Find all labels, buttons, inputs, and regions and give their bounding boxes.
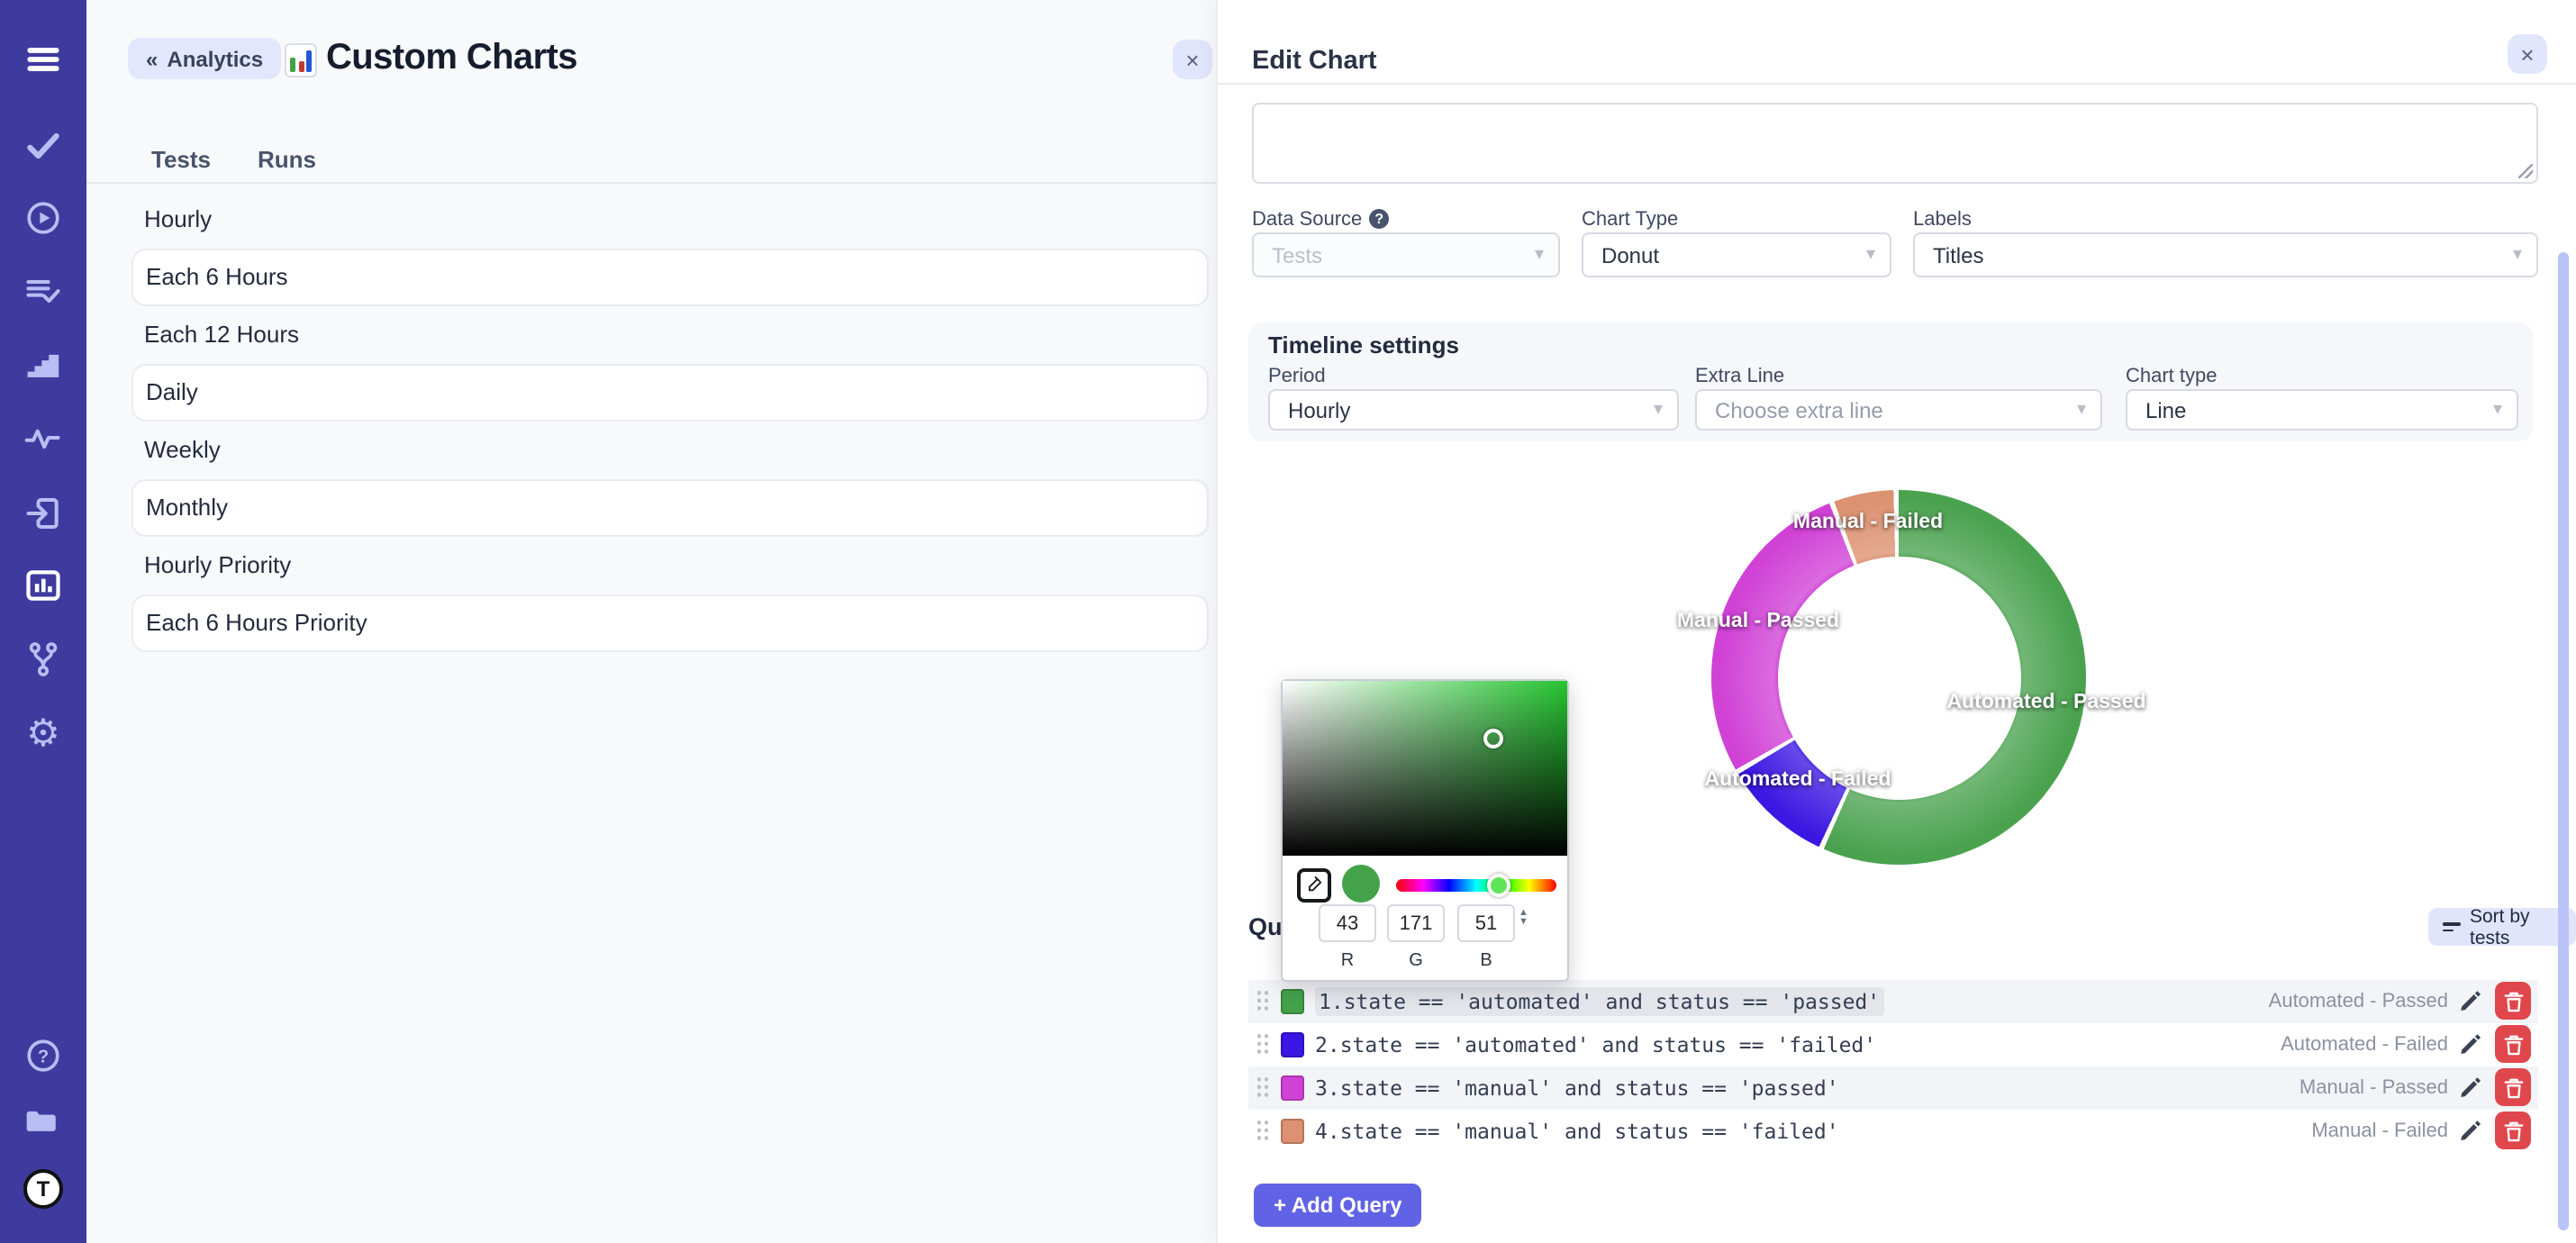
tab-runs[interactable]: Runs — [258, 146, 316, 173]
analytics-chart-icon[interactable] — [0, 562, 86, 609]
color-swatch[interactable] — [1281, 1075, 1304, 1100]
current-color-circle — [1342, 865, 1380, 903]
extra-line-label: Extra Line — [1695, 366, 1784, 387]
drag-handle-icon[interactable] — [1256, 1075, 1270, 1099]
add-query-button[interactable]: + Add Query — [1254, 1184, 1422, 1226]
test-plans-icon[interactable] — [0, 268, 86, 315]
settings-gear-icon[interactable]: ⚙ — [0, 712, 86, 758]
list-item-daily[interactable]: Daily — [132, 363, 1209, 421]
edit-pencil-icon[interactable] — [2459, 1075, 2482, 1099]
list-item-each-6-hours[interactable]: Each 6 Hours — [132, 248, 1209, 305]
timeline-chart-type-label: Chart type — [2126, 366, 2218, 387]
query-row-3[interactable]: 3.state == 'manual' and status == 'passe… — [1248, 1066, 2538, 1109]
chart-type-select[interactable]: Donut — [1582, 232, 1891, 277]
runs-play-icon[interactable] — [0, 195, 86, 241]
branches-icon[interactable] — [0, 636, 86, 683]
clipped-label-fragment: . . . . . . — [1261, 92, 1369, 97]
page-title: Custom Charts — [326, 38, 577, 79]
help-icon[interactable]: ? — [0, 1032, 86, 1079]
color-swatch[interactable] — [1281, 1118, 1304, 1143]
panel-scrollbar[interactable] — [2557, 252, 2569, 1230]
pulse-icon[interactable] — [0, 414, 86, 461]
eyedropper-button[interactable] — [1297, 868, 1331, 903]
donut-chart[interactable] — [1711, 490, 2086, 865]
labels-label: Labels — [1913, 209, 1972, 231]
list-item-hourly-priority[interactable]: Hourly Priority — [132, 536, 1209, 594]
timeline-settings-heading: Timeline settings — [1268, 331, 1459, 358]
textarea-resize-grip[interactable] — [2518, 164, 2533, 178]
donut-label-manual-failed: Manual - Failed — [1793, 512, 1943, 533]
delete-query-button[interactable] — [2495, 1111, 2531, 1149]
list-item-each-12-hours[interactable]: Each 12 Hours — [132, 305, 1209, 363]
list-item-each-6-hours-priority[interactable]: Each 6 Hours Priority — [132, 594, 1209, 651]
help-circle-icon[interactable]: ? — [1369, 209, 1389, 229]
app-window: ⚙ ? T « Analytics Custom Charts × Tests … — [0, 0, 2576, 1243]
data-source-select[interactable]: Tests — [1252, 232, 1560, 277]
labels-select[interactable]: Titles — [1913, 232, 2538, 277]
hue-slider[interactable] — [1396, 879, 1556, 892]
list-item-weekly[interactable]: Weekly — [132, 421, 1209, 478]
logo-avatar[interactable]: T — [0, 1166, 86, 1212]
data-source-label: Data Source? — [1252, 209, 1389, 231]
tests-check-icon[interactable] — [0, 122, 86, 169]
timeline-chart-type-select[interactable]: Line — [2126, 389, 2518, 431]
red-label: R — [1319, 951, 1376, 971]
color-swatch[interactable] — [1281, 988, 1304, 1013]
bar-chart-icon — [285, 43, 317, 77]
projects-folder-icon[interactable] — [0, 1097, 86, 1144]
red-input[interactable]: 43 — [1319, 904, 1376, 942]
chart-type-label: Chart Type — [1582, 209, 1678, 231]
edit-pencil-icon[interactable] — [2459, 1032, 2482, 1056]
period-select[interactable]: Hourly — [1268, 389, 1679, 431]
sign-in-icon[interactable] — [0, 490, 86, 537]
analytics-back-button[interactable]: « Analytics — [128, 38, 281, 79]
extra-line-select[interactable]: Choose extra line — [1695, 389, 2102, 431]
edit-pencil-icon[interactable] — [2459, 989, 2482, 1012]
blue-input[interactable]: 51 — [1457, 904, 1515, 942]
sort-by-tests-button[interactable]: Sort by tests — [2428, 908, 2576, 946]
sidebar: ⚙ ? T — [0, 0, 86, 1243]
delete-query-button[interactable] — [2495, 982, 2531, 1020]
saturation-cursor[interactable] — [1483, 729, 1503, 749]
color-mode-toggle-icon[interactable]: ▲▼ — [1519, 910, 1528, 928]
edit-pencil-icon[interactable] — [2459, 1119, 2482, 1142]
color-picker: 43 171 51 ▲▼ R G B — [1281, 679, 1569, 982]
tab-bar: Tests Runs — [151, 146, 316, 173]
milestones-steps-icon[interactable] — [0, 342, 86, 389]
drag-handle-icon[interactable] — [1256, 1119, 1270, 1142]
tabs-divider — [86, 182, 1216, 184]
donut-label-automated-failed: Automated - Failed — [1704, 769, 1891, 791]
back-label: Analytics — [167, 46, 263, 71]
edit-chart-title: Edit Chart — [1252, 47, 1377, 76]
green-input[interactable]: 171 — [1387, 904, 1445, 942]
svg-text:?: ? — [38, 1047, 49, 1066]
description-textarea[interactable] — [1252, 103, 2538, 184]
list-item-hourly[interactable]: Hourly — [132, 190, 1209, 248]
saturation-area[interactable] — [1283, 681, 1567, 856]
delete-query-button[interactable] — [2495, 1068, 2531, 1106]
sort-icon — [2443, 922, 2461, 931]
back-chevron-icon: « — [146, 46, 158, 71]
query-row-1[interactable]: 1.state == 'automated' and status == 'pa… — [1248, 979, 2538, 1022]
tab-tests[interactable]: Tests — [151, 146, 211, 173]
hue-slider-handle[interactable] — [1487, 873, 1510, 896]
donut-label-automated-passed: Automated - Passed — [1946, 692, 2145, 713]
color-swatch[interactable] — [1281, 1031, 1304, 1057]
drag-handle-icon[interactable] — [1256, 1032, 1270, 1056]
edit-panel-close-button[interactable]: × — [2508, 34, 2547, 74]
query-row-2[interactable]: 2.state == 'automated' and status == 'fa… — [1248, 1022, 2538, 1066]
donut-label-manual-passed: Manual - Passed — [1677, 611, 1839, 632]
delete-query-button[interactable] — [2495, 1025, 2531, 1063]
list-item-monthly[interactable]: Monthly — [132, 478, 1209, 536]
green-label: G — [1387, 951, 1445, 971]
blue-label: B — [1457, 951, 1515, 971]
left-panel-close-button[interactable]: × — [1173, 40, 1212, 79]
query-row-4[interactable]: 4.state == 'manual' and status == 'faile… — [1248, 1109, 2538, 1152]
period-label: Period — [1268, 366, 1326, 387]
drag-handle-icon[interactable] — [1256, 989, 1270, 1012]
menu-icon[interactable] — [0, 36, 86, 83]
header-divider — [1218, 83, 2576, 85]
